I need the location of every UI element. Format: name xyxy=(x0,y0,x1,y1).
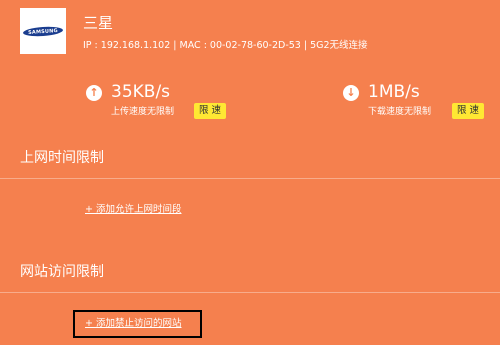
add-allowed-time-link[interactable]: + 添加允许上网时间段 xyxy=(85,204,181,216)
download-limit-button[interactable]: 限 速 xyxy=(452,103,485,119)
upload-speed-caption: 上传速度无限制 xyxy=(111,107,175,117)
time-limit-divider xyxy=(0,178,500,179)
samsung-logo: SAMSUNG xyxy=(22,25,64,37)
site-limit-divider xyxy=(0,292,500,293)
device-avatar: SAMSUNG xyxy=(20,8,66,54)
arrow-up-icon: ↑ xyxy=(86,85,102,101)
add-blocked-site-link[interactable]: + 添加禁止访问的网站 xyxy=(85,318,181,330)
device-info: IP : 192.168.1.102 | MAC : 00-02-78-60-2… xyxy=(83,40,368,51)
download-speed-value: 1MB/s xyxy=(368,82,420,102)
arrow-down-icon: ↓ xyxy=(343,85,359,101)
upload-speed-value: 35KB/s xyxy=(111,82,171,102)
download-speed-caption: 下载速度无限制 xyxy=(368,107,432,117)
time-limit-title: 上网时间限制 xyxy=(20,150,104,166)
site-limit-title: 网站访问限制 xyxy=(20,264,104,280)
upload-limit-button[interactable]: 限 速 xyxy=(194,103,227,119)
device-name: 三星 xyxy=(83,14,114,32)
